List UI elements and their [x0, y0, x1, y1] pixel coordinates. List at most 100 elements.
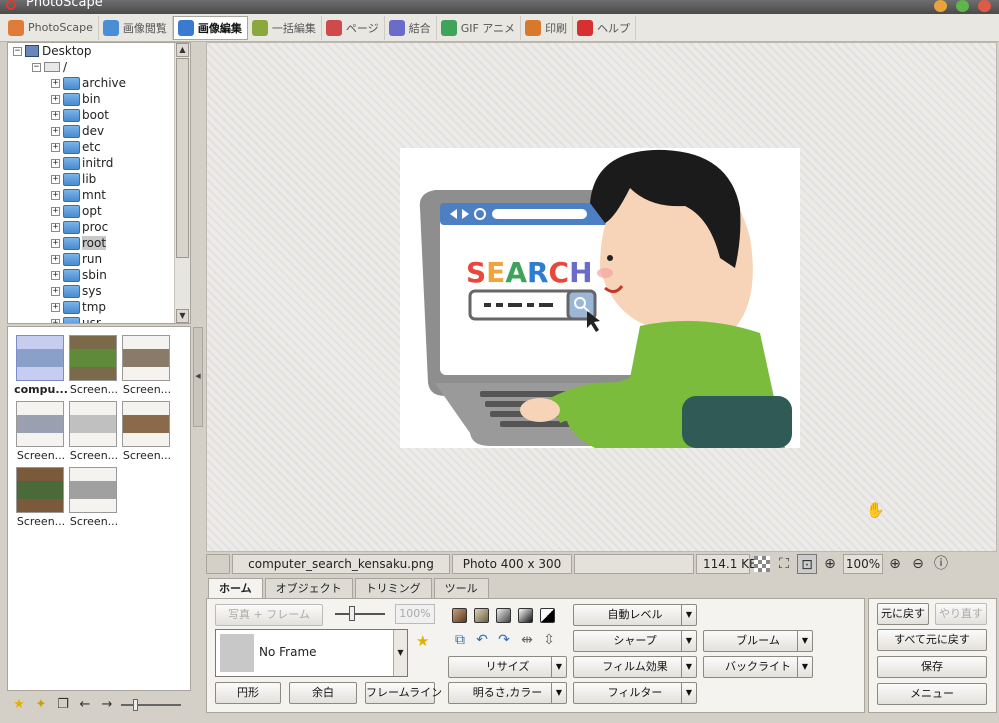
save-button[interactable]: 保存: [877, 656, 987, 678]
tree-item-mnt[interactable]: mnt: [82, 188, 106, 202]
expand-icon[interactable]: +: [51, 142, 60, 152]
film-effect-button[interactable]: フィルム効果 ▼: [573, 656, 697, 678]
tree-item-sbin[interactable]: sbin: [82, 268, 107, 282]
frame-size-slider[interactable]: [335, 604, 385, 624]
round-button[interactable]: 円形: [215, 682, 281, 704]
undo-all-button[interactable]: すべて元に戻す: [877, 629, 987, 651]
close-button[interactable]: [978, 0, 991, 12]
tab-viewer[interactable]: 画像閲覧: [99, 15, 173, 40]
edit-tab-1[interactable]: オブジェクト: [264, 578, 353, 599]
filter-button[interactable]: フィルター ▼: [573, 682, 697, 704]
expand-icon[interactable]: +: [51, 318, 60, 323]
tab-batch[interactable]: 一括編集: [248, 15, 322, 40]
margin-button[interactable]: 余白: [289, 682, 357, 704]
frame-line-button[interactable]: フレームライン: [365, 682, 442, 704]
scroll-up-arrow-icon[interactable]: ▲: [176, 43, 189, 57]
zoom-out-icon[interactable]: ⊖: [908, 554, 928, 574]
tab-editor[interactable]: 画像編集: [172, 15, 248, 40]
redo-button[interactable]: やり直す: [935, 603, 987, 625]
expand-icon[interactable]: +: [51, 270, 60, 280]
photo-frame-button[interactable]: 写真 + フレーム: [215, 604, 323, 626]
expand-icon[interactable]: +: [51, 286, 60, 296]
tree-scroll-thumb[interactable]: [176, 58, 189, 258]
thumbnail-item[interactable]: Screen...: [67, 467, 119, 528]
tree-item-root[interactable]: root: [82, 236, 107, 250]
tree-item-boot[interactable]: boot: [82, 108, 109, 122]
tree-item-lib[interactable]: lib: [82, 172, 96, 186]
tone-gray-icon[interactable]: [496, 608, 511, 623]
image-canvas[interactable]: SEARCH ✋: [206, 42, 997, 552]
thumbnail-item[interactable]: Screen...: [120, 335, 172, 396]
tree-item-tmp[interactable]: tmp: [82, 300, 106, 314]
panel-splitter[interactable]: ◀: [191, 42, 205, 695]
favorite-star-icon[interactable]: ★: [11, 697, 27, 713]
expand-icon[interactable]: +: [51, 158, 60, 168]
tree-item-archive[interactable]: archive: [82, 76, 126, 90]
collapse-panel-handle[interactable]: ◀: [193, 327, 203, 427]
tone-bw-icon[interactable]: [540, 608, 555, 623]
thumbnail-item[interactable]: compu...: [14, 335, 68, 396]
expand-icon[interactable]: +: [51, 254, 60, 264]
forward-arrow-icon[interactable]: →: [99, 697, 115, 713]
tab-gif[interactable]: GIF アニメ: [437, 15, 522, 40]
undo-button[interactable]: 元に戻す: [877, 603, 929, 625]
menu-button[interactable]: メニュー: [877, 683, 987, 705]
tree-item-proc[interactable]: proc: [82, 220, 108, 234]
transparency-checker-icon[interactable]: [754, 556, 770, 572]
fit-window-icon[interactable]: ⛶: [774, 554, 794, 574]
collapse-icon[interactable]: −: [32, 62, 41, 72]
tab-help[interactable]: ヘルプ: [573, 15, 637, 40]
add-favorite-icon[interactable]: ✦: [33, 697, 49, 713]
tab-combine[interactable]: 結合: [385, 15, 437, 40]
thumbnail-size-slider[interactable]: [121, 698, 181, 712]
frame-dropdown[interactable]: No Frame ▼: [215, 629, 408, 677]
expand-icon[interactable]: +: [51, 302, 60, 312]
backlight-button[interactable]: バックライト ▼: [703, 656, 813, 678]
maximize-button[interactable]: [956, 0, 969, 12]
favorite-frame-star-icon[interactable]: ★: [416, 632, 429, 650]
tone-vintage-icon[interactable]: [474, 608, 489, 623]
sharpen-button[interactable]: シャープ ▼: [573, 630, 697, 652]
tab-photoscape[interactable]: PhotoScape: [4, 15, 99, 40]
scroll-down-arrow-icon[interactable]: ▼: [176, 309, 189, 323]
tree-item-run[interactable]: run: [82, 252, 102, 266]
tree-item-etc[interactable]: etc: [82, 140, 101, 154]
back-arrow-icon[interactable]: ←: [77, 697, 93, 713]
tree-item-usr[interactable]: usr: [82, 316, 101, 323]
zoom-fit-icon[interactable]: ⊕: [820, 554, 840, 574]
thumbnail-item[interactable]: Screen...: [120, 401, 172, 462]
bloom-button[interactable]: ブルーム ▼: [703, 630, 813, 652]
actual-size-icon[interactable]: ⊡: [797, 554, 817, 574]
tree-item-opt[interactable]: opt: [82, 204, 102, 218]
tree-item-desktop[interactable]: Desktop: [42, 44, 92, 58]
tab-page[interactable]: ページ: [322, 15, 385, 40]
thumbnail-item[interactable]: Screen...: [14, 401, 66, 462]
expand-icon[interactable]: +: [51, 238, 60, 248]
zoom-in-icon[interactable]: ⊕: [885, 554, 905, 574]
expand-icon[interactable]: +: [51, 94, 60, 104]
expand-icon[interactable]: +: [51, 78, 60, 88]
expand-icon[interactable]: +: [51, 190, 60, 200]
flip-horizontal-icon[interactable]: ⇹: [518, 632, 536, 648]
tab-print[interactable]: 印刷: [521, 15, 574, 40]
tree-item-bin[interactable]: bin: [82, 92, 101, 106]
thumbnail-item[interactable]: Screen...: [67, 335, 119, 396]
tree-item-sys[interactable]: sys: [82, 284, 102, 298]
tone-sepia-icon[interactable]: [452, 608, 467, 623]
thumbnail-item[interactable]: Screen...: [14, 467, 66, 528]
auto-level-button[interactable]: 自動レベル ▼: [573, 604, 697, 626]
expand-icon[interactable]: +: [51, 110, 60, 120]
resize-button[interactable]: リサイズ ▼: [448, 656, 567, 678]
rotate-left-icon[interactable]: ↶: [473, 632, 491, 648]
info-icon[interactable]: ⓘ: [931, 554, 951, 574]
tree-item-dev[interactable]: dev: [82, 124, 104, 138]
tree-item-root-drive[interactable]: /: [63, 60, 67, 74]
edit-tab-2[interactable]: トリミング: [354, 578, 432, 599]
frame-percent-field[interactable]: 100%: [395, 604, 435, 624]
thumbnail-item[interactable]: Screen...: [67, 401, 119, 462]
tree-scrollbar[interactable]: ▲ ▼: [174, 43, 190, 323]
rotate-right-icon[interactable]: ↷: [495, 632, 513, 648]
edit-tab-3[interactable]: ツール: [433, 578, 489, 599]
rotate-image-icon[interactable]: ⧉: [451, 632, 469, 648]
expand-icon[interactable]: +: [51, 222, 60, 232]
